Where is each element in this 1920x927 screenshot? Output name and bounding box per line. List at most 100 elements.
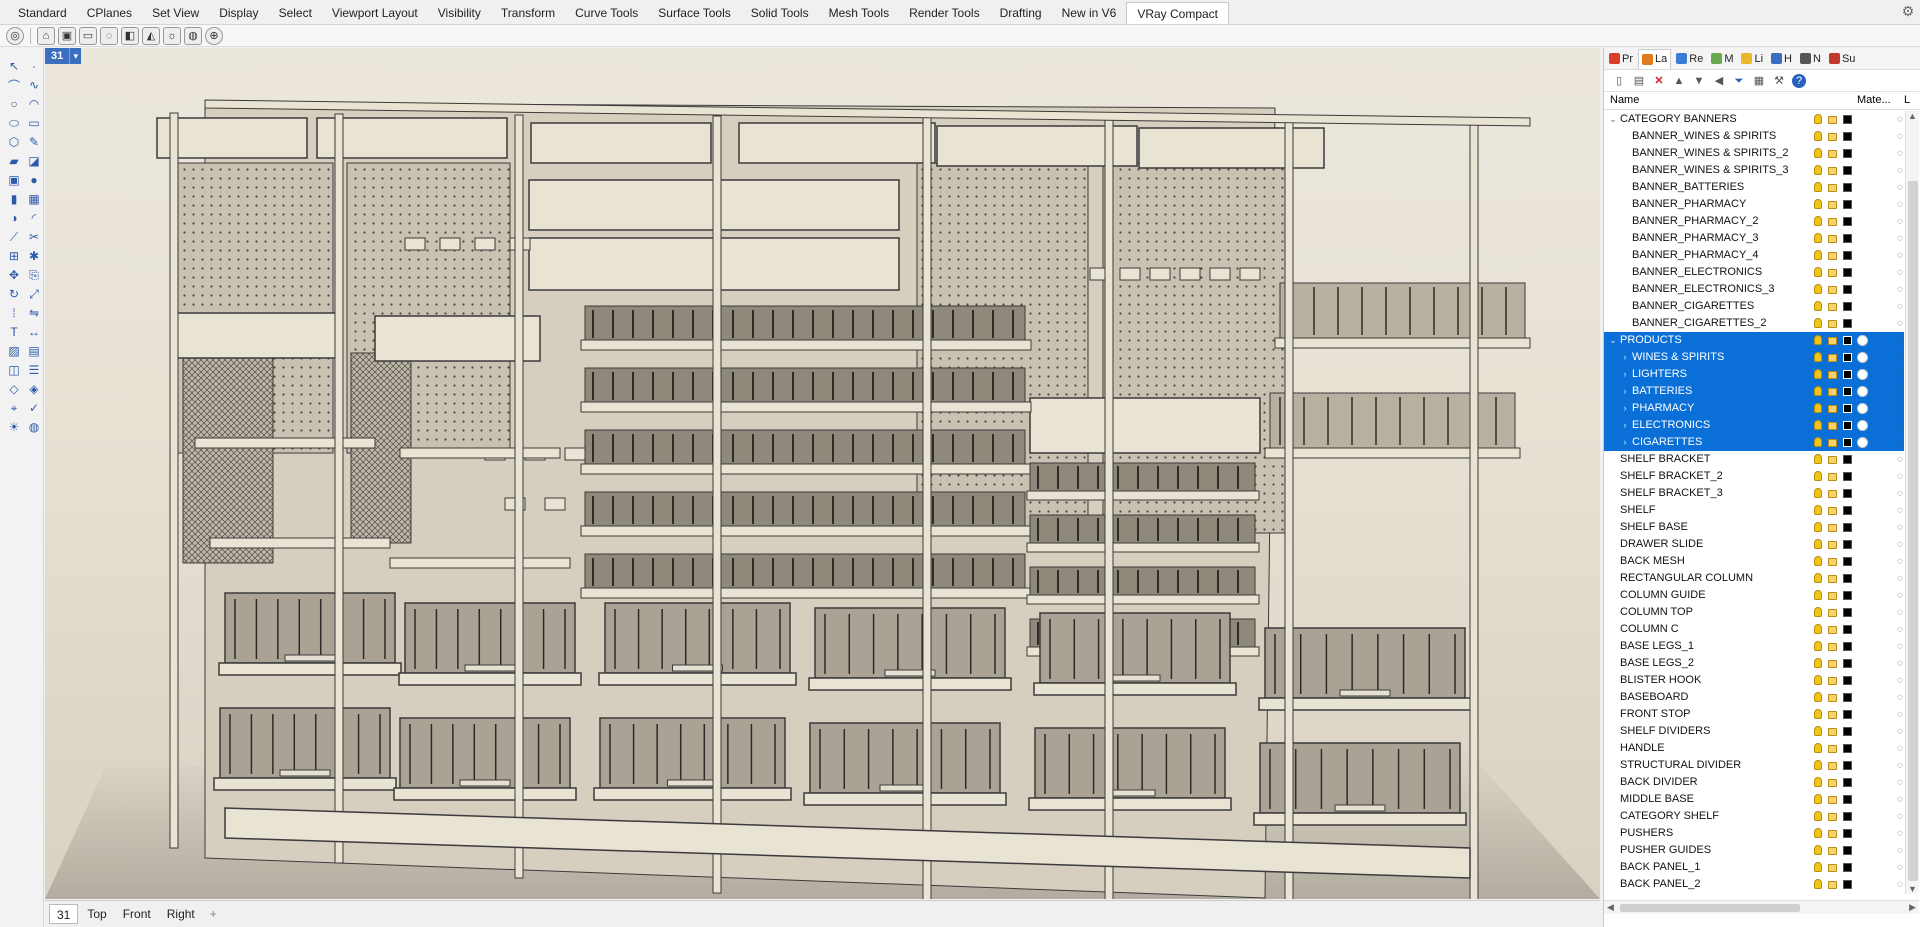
linetype-icon[interactable]: ◌ bbox=[1897, 451, 1903, 468]
lock-icon[interactable] bbox=[1828, 813, 1837, 821]
visibility-bulb-icon[interactable] bbox=[1814, 216, 1822, 226]
layer-color-swatch[interactable] bbox=[1843, 625, 1852, 634]
layer-row[interactable]: › ELECTRONICS ◌ bbox=[1604, 417, 1904, 434]
ellipse-icon[interactable]: ⬭ bbox=[5, 115, 23, 131]
lock-icon[interactable] bbox=[1828, 864, 1837, 872]
layer-row[interactable]: STRUCTURAL DIVIDER ◌ bbox=[1604, 757, 1904, 774]
linetype-icon[interactable]: ◌ bbox=[1897, 740, 1903, 757]
layer-color-swatch[interactable] bbox=[1843, 455, 1852, 464]
lock-icon[interactable] bbox=[1828, 507, 1837, 515]
layer-color-swatch[interactable] bbox=[1843, 166, 1852, 175]
panel-tab-li[interactable]: Li bbox=[1738, 49, 1766, 69]
layer-color-swatch[interactable] bbox=[1843, 863, 1852, 872]
lock-icon[interactable] bbox=[1828, 762, 1837, 770]
linetype-icon[interactable]: ◌ bbox=[1897, 655, 1903, 672]
visibility-bulb-icon[interactable] bbox=[1814, 505, 1822, 515]
linetype-icon[interactable]: ◌ bbox=[1897, 502, 1903, 519]
layer-row[interactable]: BANNER_ELECTRONICS ◌ bbox=[1604, 264, 1904, 281]
layer-row[interactable]: SHELF BASE ◌ bbox=[1604, 519, 1904, 536]
layer-color-swatch[interactable] bbox=[1843, 846, 1852, 855]
layer-row[interactable]: BACK PANEL_2 ◌ bbox=[1604, 876, 1904, 893]
lock-icon[interactable] bbox=[1828, 847, 1837, 855]
linetype-icon[interactable]: ◌ bbox=[1897, 298, 1903, 315]
toolbar-tab-vray-compact[interactable]: VRay Compact bbox=[1126, 2, 1230, 24]
panel-tab-re[interactable]: Re bbox=[1673, 49, 1706, 69]
visibility-bulb-icon[interactable] bbox=[1814, 828, 1822, 838]
linetype-icon[interactable]: ◌ bbox=[1897, 111, 1903, 128]
visibility-bulb-icon[interactable] bbox=[1814, 301, 1822, 311]
layer-row[interactable]: COLUMN TOP ◌ bbox=[1604, 604, 1904, 621]
array-icon[interactable]: ⁞ bbox=[5, 305, 23, 321]
delete-icon[interactable]: ✕ bbox=[1652, 74, 1666, 88]
layer-row[interactable]: BANNER_PHARMACY_2 ◌ bbox=[1604, 213, 1904, 230]
linetype-icon[interactable]: ◌ bbox=[1897, 519, 1903, 536]
linetype-icon[interactable]: ◌ bbox=[1897, 587, 1903, 604]
lock-icon[interactable] bbox=[1828, 830, 1837, 838]
layer-row[interactable]: BANNER_WINES & SPIRITS_3 ◌ bbox=[1604, 162, 1904, 179]
scroll-up-icon[interactable]: ▲ bbox=[1908, 111, 1917, 121]
linetype-icon[interactable]: ◌ bbox=[1897, 774, 1903, 791]
layer-row[interactable]: SHELF BRACKET_2 ◌ bbox=[1604, 468, 1904, 485]
layer-color-swatch[interactable] bbox=[1843, 200, 1852, 209]
layer-state-icon[interactable]: ▦ bbox=[1752, 74, 1766, 88]
linetype-icon[interactable]: ◌ bbox=[1897, 689, 1903, 706]
layer-row[interactable]: BANNER_ELECTRONICS_3 ◌ bbox=[1604, 281, 1904, 298]
polyline-icon[interactable]: ⌒ bbox=[5, 77, 23, 93]
visibility-bulb-icon[interactable] bbox=[1814, 199, 1822, 209]
layer-row[interactable]: BACK DIVIDER ◌ bbox=[1604, 774, 1904, 791]
visibility-bulb-icon[interactable] bbox=[1814, 658, 1822, 668]
layer-color-swatch[interactable] bbox=[1843, 251, 1852, 260]
visibility-bulb-icon[interactable] bbox=[1814, 709, 1822, 719]
chevron-down-icon[interactable]: ▾ bbox=[69, 48, 82, 64]
lock-icon[interactable] bbox=[1828, 167, 1837, 175]
visibility-bulb-icon[interactable] bbox=[1814, 182, 1822, 192]
layer-row[interactable]: SHELF ◌ bbox=[1604, 502, 1904, 519]
mesh-icon[interactable]: ▦ bbox=[25, 191, 43, 207]
toolbar-tab-mesh-tools[interactable]: Mesh Tools bbox=[819, 2, 899, 24]
layer-color-swatch[interactable] bbox=[1843, 880, 1852, 889]
lock-icon[interactable] bbox=[1828, 269, 1837, 277]
linetype-icon[interactable]: ◌ bbox=[1897, 757, 1903, 774]
layer-color-swatch[interactable] bbox=[1843, 319, 1852, 328]
layer-color-swatch[interactable] bbox=[1843, 132, 1852, 141]
lock-icon[interactable] bbox=[1828, 626, 1837, 634]
viewport-tab-31[interactable]: 31 bbox=[49, 904, 79, 924]
rotate-icon[interactable]: ↻ bbox=[5, 286, 23, 302]
layer-row[interactable]: BANNER_CIGARETTES_2 ◌ bbox=[1604, 315, 1904, 332]
help-icon[interactable]: ? bbox=[1792, 73, 1806, 88]
layer-row[interactable]: HANDLE ◌ bbox=[1604, 740, 1904, 757]
layer-color-swatch[interactable] bbox=[1843, 149, 1852, 158]
toolbar-tab-transform[interactable]: Transform bbox=[491, 2, 565, 24]
lock-icon[interactable] bbox=[1828, 422, 1837, 430]
panel-tab-h[interactable]: H bbox=[1768, 49, 1795, 69]
layer-color-swatch[interactable] bbox=[1843, 506, 1852, 515]
panel-tab-n[interactable]: N bbox=[1797, 49, 1824, 69]
visibility-bulb-icon[interactable] bbox=[1814, 794, 1822, 804]
layer-color-swatch[interactable] bbox=[1843, 591, 1852, 600]
linetype-icon[interactable]: ◌ bbox=[1897, 281, 1903, 298]
visibility-bulb-icon[interactable] bbox=[1814, 641, 1822, 651]
layer-row[interactable]: › LIGHTERS ◌ bbox=[1604, 366, 1904, 383]
split-icon[interactable]: ⟋ bbox=[5, 229, 23, 245]
layer-color-swatch[interactable] bbox=[1843, 404, 1852, 413]
linetype-icon[interactable]: ◌ bbox=[1897, 196, 1903, 213]
visibility-bulb-icon[interactable] bbox=[1814, 675, 1822, 685]
layer-color-swatch[interactable] bbox=[1843, 268, 1852, 277]
panel-tab-m[interactable]: M bbox=[1708, 49, 1736, 69]
chevron-right-icon[interactable]: › bbox=[1620, 349, 1630, 366]
layer-color-swatch[interactable] bbox=[1843, 744, 1852, 753]
layer-row[interactable]: BASE LEGS_1 ◌ bbox=[1604, 638, 1904, 655]
layer-row[interactable]: ⌄ PRODUCTS ◌ bbox=[1604, 332, 1904, 349]
scroll-down-icon[interactable]: ▼ bbox=[1908, 884, 1917, 894]
linetype-icon[interactable]: ◌ bbox=[1897, 434, 1903, 451]
layer-row[interactable]: ⌄ CATEGORY BANNERS ◌ bbox=[1604, 111, 1904, 128]
material-icon[interactable]: ◍ bbox=[25, 419, 43, 435]
linetype-icon[interactable]: ◌ bbox=[1897, 621, 1903, 638]
layer-color-swatch[interactable] bbox=[1843, 761, 1852, 770]
linetype-icon[interactable]: ◌ bbox=[1897, 400, 1903, 417]
linetype-icon[interactable]: ◌ bbox=[1897, 162, 1903, 179]
new-file-icon[interactable]: ◎ bbox=[6, 26, 24, 45]
select-icon[interactable]: ↖ bbox=[5, 58, 23, 74]
lock-icon[interactable] bbox=[1828, 252, 1837, 260]
properties-icon[interactable]: ☰ bbox=[25, 362, 43, 378]
